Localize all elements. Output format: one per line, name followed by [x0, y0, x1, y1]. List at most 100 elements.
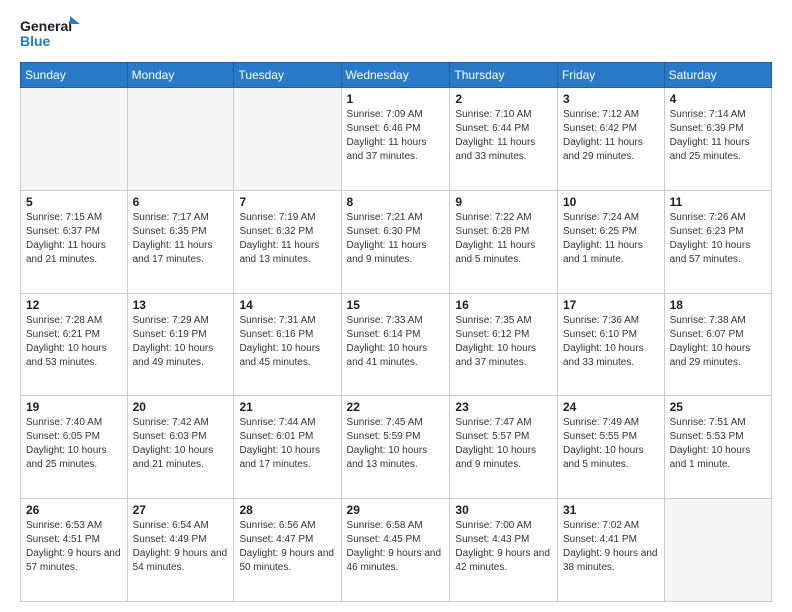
day-number: 25 — [670, 400, 766, 414]
day-info: Sunrise: 7:36 AMSunset: 6:10 PMDaylight:… — [563, 314, 659, 370]
logo: GeneralBlue — [20, 16, 80, 52]
calendar-cell: 19 Sunrise: 7:40 AMSunset: 6:05 PMDayligh… — [21, 396, 128, 499]
calendar-cell: 28 Sunrise: 6:56 AMSunset: 4:47 PMDayligh… — [234, 499, 341, 602]
day-number: 5 — [26, 195, 122, 209]
calendar-cell: 18Sunrise: 7:38 AMSunset: 6:07 PMDayligh… — [664, 293, 771, 396]
day-info: Sunrise: 7:12 AMSunset: 6:42 PMDaylight:… — [563, 108, 659, 164]
day-number: 9 — [455, 195, 552, 209]
day-info: Sunrise: 7:19 AMSunset: 6:32 PMDaylight:… — [239, 211, 335, 267]
day-number: 19 — [26, 400, 122, 414]
day-number: 29 — [347, 503, 445, 517]
calendar-cell: 21 Sunrise: 7:44 AMSunset: 6:01 PMDayligh… — [234, 396, 341, 499]
calendar-cell: 31Sunrise: 7:02 AMSunset: 4:41 PMDayligh… — [557, 499, 664, 602]
calendar-cell: 11 Sunrise: 7:26 AMSunset: 6:23 PMDayligh… — [664, 190, 771, 293]
day-number: 16 — [455, 298, 552, 312]
week-row-1: 1 Sunrise: 7:09 AMSunset: 6:46 PMDaylight… — [21, 88, 772, 191]
day-number: 13 — [133, 298, 229, 312]
calendar-cell: 20 Sunrise: 7:42 AMSunset: 6:03 PMDayligh… — [127, 396, 234, 499]
day-info: Sunrise: 7:26 AMSunset: 6:23 PMDaylight:… — [670, 211, 766, 267]
day-header-sunday: Sunday — [21, 63, 128, 88]
day-number: 26 — [26, 503, 122, 517]
day-info: Sunrise: 7:29 AMSunset: 6:19 PMDaylight:… — [133, 314, 229, 370]
day-info: Sunrise: 7:17 AMSunset: 6:35 PMDaylight:… — [133, 211, 229, 267]
calendar-cell — [21, 88, 128, 191]
day-number: 20 — [133, 400, 229, 414]
day-number: 22 — [347, 400, 445, 414]
day-number: 12 — [26, 298, 122, 312]
calendar-cell: 26 Sunrise: 6:53 AMSunset: 4:51 PMDayligh… — [21, 499, 128, 602]
calendar-cell: 6 Sunrise: 7:17 AMSunset: 6:35 PMDaylight… — [127, 190, 234, 293]
day-number: 2 — [455, 92, 552, 106]
calendar-cell: 27Sunrise: 6:54 AMSunset: 4:49 PMDayligh… — [127, 499, 234, 602]
svg-text:General: General — [20, 18, 72, 34]
day-info: Sunrise: 7:09 AMSunset: 6:46 PMDaylight:… — [347, 108, 445, 164]
week-row-4: 19 Sunrise: 7:40 AMSunset: 6:05 PMDayligh… — [21, 396, 772, 499]
day-number: 31 — [563, 503, 659, 517]
calendar-cell: 12 Sunrise: 7:28 AMSunset: 6:21 PMDayligh… — [21, 293, 128, 396]
calendar-cell: 17 Sunrise: 7:36 AMSunset: 6:10 PMDayligh… — [557, 293, 664, 396]
day-header-monday: Monday — [127, 63, 234, 88]
day-number: 21 — [239, 400, 335, 414]
calendar-cell: 13 Sunrise: 7:29 AMSunset: 6:19 PMDayligh… — [127, 293, 234, 396]
day-info: Sunrise: 6:56 AMSunset: 4:47 PMDaylight:… — [239, 519, 335, 575]
day-number: 1 — [347, 92, 445, 106]
calendar-cell: 30 Sunrise: 7:00 AMSunset: 4:43 PMDayligh… — [450, 499, 558, 602]
day-info: Sunrise: 7:10 AMSunset: 6:44 PMDaylight:… — [455, 108, 552, 164]
day-number: 15 — [347, 298, 445, 312]
day-info: Sunrise: 7:38 AMSunset: 6:07 PMDaylight:… — [670, 314, 766, 370]
day-info: Sunrise: 7:22 AMSunset: 6:28 PMDaylight:… — [455, 211, 552, 267]
calendar-cell: 25 Sunrise: 7:51 AMSunset: 5:53 PMDayligh… — [664, 396, 771, 499]
header-row: SundayMondayTuesdayWednesdayThursdayFrid… — [21, 63, 772, 88]
day-number: 24 — [563, 400, 659, 414]
day-info: Sunrise: 7:00 AMSunset: 4:43 PMDaylight:… — [455, 519, 552, 575]
day-header-saturday: Saturday — [664, 63, 771, 88]
calendar-cell: 4Sunrise: 7:14 AMSunset: 6:39 PMDaylight… — [664, 88, 771, 191]
day-number: 8 — [347, 195, 445, 209]
calendar-cell — [127, 88, 234, 191]
calendar-cell — [234, 88, 341, 191]
day-info: Sunrise: 6:53 AMSunset: 4:51 PMDaylight:… — [26, 519, 122, 575]
calendar-table: SundayMondayTuesdayWednesdayThursdayFrid… — [20, 62, 772, 602]
day-number: 14 — [239, 298, 335, 312]
day-number: 17 — [563, 298, 659, 312]
week-row-3: 12 Sunrise: 7:28 AMSunset: 6:21 PMDayligh… — [21, 293, 772, 396]
svg-text:Blue: Blue — [20, 33, 51, 49]
day-number: 11 — [670, 195, 766, 209]
day-info: Sunrise: 7:42 AMSunset: 6:03 PMDaylight:… — [133, 416, 229, 472]
day-info: Sunrise: 7:35 AMSunset: 6:12 PMDaylight:… — [455, 314, 552, 370]
day-info: Sunrise: 7:45 AMSunset: 5:59 PMDaylight:… — [347, 416, 445, 472]
day-number: 23 — [455, 400, 552, 414]
week-row-2: 5Sunrise: 7:15 AMSunset: 6:37 PMDaylight… — [21, 190, 772, 293]
day-info: Sunrise: 7:28 AMSunset: 6:21 PMDaylight:… — [26, 314, 122, 370]
calendar-cell: 2 Sunrise: 7:10 AMSunset: 6:44 PMDaylight… — [450, 88, 558, 191]
calendar-cell: 23 Sunrise: 7:47 AMSunset: 5:57 PMDayligh… — [450, 396, 558, 499]
day-info: Sunrise: 7:40 AMSunset: 6:05 PMDaylight:… — [26, 416, 122, 472]
calendar-cell: 8Sunrise: 7:21 AMSunset: 6:30 PMDaylight… — [341, 190, 450, 293]
day-header-friday: Friday — [557, 63, 664, 88]
day-header-thursday: Thursday — [450, 63, 558, 88]
calendar-cell: 3Sunrise: 7:12 AMSunset: 6:42 PMDaylight… — [557, 88, 664, 191]
calendar-cell: 22 Sunrise: 7:45 AMSunset: 5:59 PMDayligh… — [341, 396, 450, 499]
day-number: 6 — [133, 195, 229, 209]
calendar-cell: 16 Sunrise: 7:35 AMSunset: 6:12 PMDayligh… — [450, 293, 558, 396]
day-info: Sunrise: 7:47 AMSunset: 5:57 PMDaylight:… — [455, 416, 552, 472]
day-info: Sunrise: 7:33 AMSunset: 6:14 PMDaylight:… — [347, 314, 445, 370]
calendar-cell — [664, 499, 771, 602]
day-info: Sunrise: 7:31 AMSunset: 6:16 PMDaylight:… — [239, 314, 335, 370]
day-info: Sunrise: 7:44 AMSunset: 6:01 PMDaylight:… — [239, 416, 335, 472]
day-header-tuesday: Tuesday — [234, 63, 341, 88]
day-number: 7 — [239, 195, 335, 209]
day-info: Sunrise: 7:51 AMSunset: 5:53 PMDaylight:… — [670, 416, 766, 472]
logo-icon: GeneralBlue — [20, 16, 80, 52]
calendar-cell: 15 Sunrise: 7:33 AMSunset: 6:14 PMDayligh… — [341, 293, 450, 396]
day-info: Sunrise: 7:24 AMSunset: 6:25 PMDaylight:… — [563, 211, 659, 267]
header: GeneralBlue — [20, 16, 772, 52]
day-number: 28 — [239, 503, 335, 517]
calendar-cell: 10Sunrise: 7:24 AMSunset: 6:25 PMDayligh… — [557, 190, 664, 293]
calendar-cell: 14 Sunrise: 7:31 AMSunset: 6:16 PMDayligh… — [234, 293, 341, 396]
day-info: Sunrise: 7:49 AMSunset: 5:55 PMDaylight:… — [563, 416, 659, 472]
day-info: Sunrise: 6:58 AMSunset: 4:45 PMDaylight:… — [347, 519, 445, 575]
calendar-cell: 24 Sunrise: 7:49 AMSunset: 5:55 PMDayligh… — [557, 396, 664, 499]
day-number: 30 — [455, 503, 552, 517]
calendar-cell: 9 Sunrise: 7:22 AMSunset: 6:28 PMDaylight… — [450, 190, 558, 293]
